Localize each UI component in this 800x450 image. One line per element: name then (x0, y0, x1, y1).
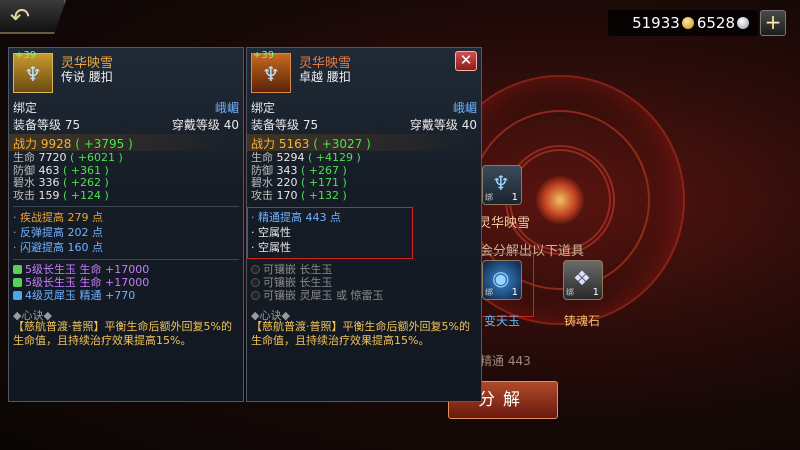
bind-label: 绑定 (13, 101, 38, 115)
extra-stats: · 疾战提高 279 点 · 反弹提高 202 点 · 闪避提高 160 点 (13, 210, 103, 255)
close-button[interactable]: ✕ (455, 51, 477, 71)
wear-level: 穿戴等级 40 (171, 118, 239, 132)
level-row: 装备等级 75 穿戴等级 40 (251, 116, 477, 133)
extra-stat: · 疾战提高 279 点 (13, 211, 103, 224)
source-item-slot[interactable]: ♆ 绑 1 (482, 165, 522, 205)
add-currency-button[interactable]: + (760, 10, 786, 36)
item-quality-type: 传说 腰扣 (61, 70, 113, 84)
bell-icon: ♆ (492, 171, 510, 195)
enhance-level-badge: +39 (253, 50, 275, 61)
gem-row: 可镶嵌 长生玉 (251, 263, 384, 276)
gem-icon (13, 265, 22, 274)
wear-level: 穿戴等级 40 (409, 118, 477, 132)
bell-icon: ♆ (262, 62, 280, 86)
bind-row: 绑定 峨嵋 (13, 99, 239, 116)
sect-label: 峨嵋 (452, 101, 477, 115)
output-item-1-name: 变天玉 (484, 314, 521, 328)
item-quality-type: 卓越 腰扣 (299, 70, 351, 84)
empty-socket-icon (251, 265, 260, 274)
bound-mark: 绑 (566, 288, 574, 297)
bound-mark: 绑 (485, 193, 493, 202)
extra-stat: · 精通提高 443 点 (251, 211, 341, 224)
equip-level: 装备等级 75 (13, 118, 81, 132)
gem-icon (13, 278, 22, 287)
gem-slots: 可镶嵌 长生玉 可镶嵌 长生玉 可镶嵌 灵犀玉 或 惊雷玉 (251, 263, 384, 302)
silver-coin-icon (737, 17, 749, 29)
gem-row: 可镶嵌 长生玉 (251, 276, 384, 289)
gem-icon (13, 291, 22, 300)
base-stats: 生命 5294 ( +4129 ) 防御 343 ( +267 ) 碧水 220… (251, 151, 361, 202)
stat-row: 攻击 170 ( +132 ) (251, 188, 347, 202)
xinjue-text: 【慈航普渡·普照】平衡生命后额外回复5%的生命值，且持续治疗效果提高15%。 (13, 320, 232, 347)
output-item-2-name: 铸魂石 (564, 314, 601, 328)
back-arrow-icon: ↶ (10, 3, 31, 31)
power-line: 战力 5163 ( +3027 ) (251, 137, 371, 151)
empty-socket-icon (251, 291, 260, 300)
extra-stat: · 反弹提高 202 点 (13, 226, 103, 239)
bind-label: 绑定 (251, 101, 276, 115)
item-icon: +39 ♆ (13, 50, 53, 93)
slot-count: 1 (592, 287, 599, 298)
extra-stat: · 闪避提高 160 点 (13, 241, 103, 254)
divider (13, 206, 239, 207)
back-button[interactable]: ↶ (0, 0, 66, 34)
gem-slots: 5级长生玉 生命 +17000 5级长生玉 生命 +17000 4级灵犀玉 精通… (13, 263, 149, 302)
bell-icon: ♆ (24, 62, 42, 86)
stat-row: 攻击 159 ( +124 ) (13, 188, 109, 202)
extra-stat: · 空属性 (251, 241, 291, 254)
cube-icon: ❖ (573, 266, 591, 290)
equipped-item-tooltip: +39 ♆ 灵华映雪 传说 腰扣 绑定 峨嵋 装备等级 75 穿戴等级 40 战… (8, 47, 244, 402)
output-item-slot-2[interactable]: ❖ 绑 1 (563, 260, 603, 300)
tooltip-header: +39 ♆ 灵华映雪 卓越 腰扣 ✕ (247, 48, 481, 96)
gem-row: 可镶嵌 灵犀玉 或 惊雷玉 (251, 289, 384, 302)
bg-item-name: 灵华映雪 (478, 216, 531, 231)
gem-row: 4级灵犀玉 精通 +770 (13, 289, 149, 302)
divider (13, 259, 239, 260)
currency-display: 51933 6528 (608, 10, 758, 36)
bg-stat-text: 精通 443 (480, 354, 531, 368)
bg-ring-core (535, 175, 585, 225)
item-icon: +39 ♆ (251, 50, 291, 93)
sect-label: 峨嵋 (214, 101, 239, 115)
gold-coin-icon (681, 17, 694, 29)
power-line: 战力 9928 ( +3795 ) (13, 137, 133, 151)
enhance-level-badge: +39 (15, 50, 37, 61)
level-row: 装备等级 75 穿戴等级 40 (13, 116, 239, 133)
extra-stat: · 空属性 (251, 226, 291, 239)
empty-socket-icon (251, 278, 260, 287)
silver-amount: 6528 (696, 14, 735, 32)
selected-item-tooltip: +39 ♆ 灵华映雪 卓越 腰扣 ✕ 绑定 峨嵋 装备等级 75 穿戴等级 40… (246, 47, 482, 402)
gem-row: 5级长生玉 生命 +17000 (13, 263, 149, 276)
xinjue-text: 【慈航普渡·普照】平衡生命后额外回复5%的生命值，且持续治疗效果提高15%。 (251, 320, 470, 347)
bind-row: 绑定 峨嵋 (251, 99, 477, 116)
slot-count: 1 (511, 192, 518, 203)
gold-amount: 51933 (632, 14, 680, 32)
gem-row: 5级长生玉 生命 +17000 (13, 276, 149, 289)
base-stats: 生命 7720 ( +6021 ) 防御 463 ( +361 ) 碧水 336… (13, 151, 123, 202)
extra-stats: · 精通提高 443 点 · 空属性 · 空属性 (251, 210, 341, 255)
equip-level: 装备等级 75 (251, 118, 319, 132)
tooltip-header: +39 ♆ 灵华映雪 传说 腰扣 (9, 48, 243, 96)
